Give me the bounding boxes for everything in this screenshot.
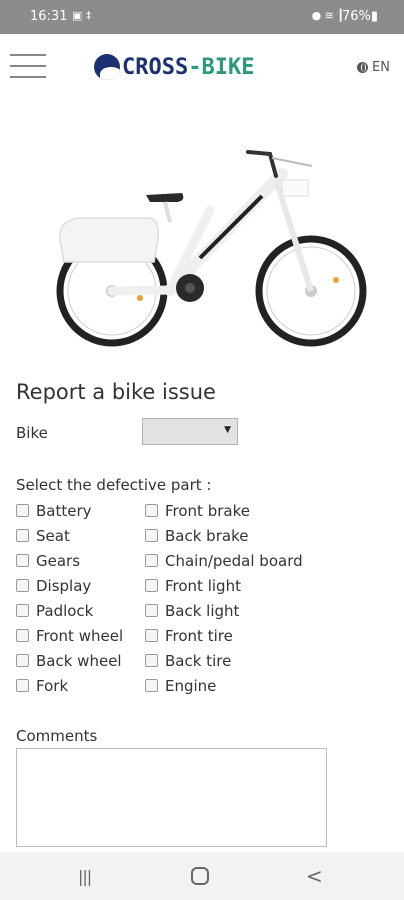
part-option[interactable]: Padlock <box>16 598 123 623</box>
part-option[interactable]: Gears <box>16 548 123 573</box>
checkbox[interactable] <box>16 504 29 517</box>
part-label: Back tire <box>165 651 232 670</box>
part-label: Seat <box>36 526 70 545</box>
parts-column-right: Front brake Back brake Chain/pedal board… <box>145 498 303 698</box>
checkbox[interactable] <box>16 554 29 567</box>
logo[interactable]: CROSS-BIKE <box>94 52 254 82</box>
part-option[interactable]: Front brake <box>145 498 303 523</box>
parts-label: Select the defective part : <box>16 476 212 494</box>
signal-icons: ● ≋ ┃ <box>311 9 344 22</box>
checkbox[interactable] <box>145 529 158 542</box>
part-option[interactable]: Back brake <box>145 523 303 548</box>
checkbox[interactable] <box>145 554 158 567</box>
page-title: Report a bike issue <box>16 380 216 404</box>
system-nav-bar: ||| < <box>0 852 404 900</box>
part-option[interactable]: Display <box>16 573 123 598</box>
comments-field[interactable] <box>16 748 327 847</box>
part-option[interactable]: Back tire <box>145 648 303 673</box>
checkbox[interactable] <box>16 679 29 692</box>
checkbox[interactable] <box>145 679 158 692</box>
part-option[interactable]: Back wheel <box>16 648 123 673</box>
language-code: EN <box>372 60 390 75</box>
checkbox[interactable] <box>145 604 158 617</box>
battery-indicator: 76%▮ <box>341 9 378 24</box>
part-label: Fork <box>36 676 69 695</box>
bike-select[interactable]: ▼ <box>142 418 238 445</box>
part-label: Back brake <box>165 526 249 545</box>
bike-image <box>56 150 367 347</box>
checkbox[interactable] <box>16 529 29 542</box>
checkbox[interactable] <box>145 504 158 517</box>
checkbox[interactable] <box>145 629 158 642</box>
checkbox[interactable] <box>16 629 29 642</box>
checkbox[interactable] <box>16 604 29 617</box>
part-option[interactable]: Battery <box>16 498 123 523</box>
recent-apps-icon[interactable]: ||| <box>78 867 92 886</box>
logo-mark-icon <box>94 54 120 80</box>
part-option[interactable]: Fork <box>16 673 123 698</box>
comments-label: Comments <box>16 727 98 745</box>
part-label: Back wheel <box>36 651 122 670</box>
status-time: 16:31 <box>30 9 68 24</box>
part-label: Front wheel <box>36 626 124 645</box>
part-label: Gears <box>36 551 81 570</box>
part-label: Padlock <box>36 601 94 620</box>
logo-text-cross: CROSS <box>122 54 189 80</box>
part-option[interactable]: Engine <box>145 673 303 698</box>
part-option[interactable]: Back light <box>145 598 303 623</box>
checkbox[interactable] <box>16 654 29 667</box>
bike-label: Bike <box>16 424 48 442</box>
checkbox[interactable] <box>145 654 158 667</box>
status-bar: 16:31 ▣ ‡ ● ≋ ┃ 76%▮ <box>0 0 404 34</box>
part-label: Engine <box>165 676 217 695</box>
part-label: Front tire <box>165 626 233 645</box>
part-label: Battery <box>36 501 92 520</box>
logo-text-bike: -BIKE <box>188 54 255 80</box>
checkbox[interactable] <box>16 579 29 592</box>
part-label: Front brake <box>165 501 250 520</box>
part-option[interactable]: Front wheel <box>16 623 123 648</box>
part-label: Chain/pedal board <box>165 551 303 570</box>
part-option[interactable]: Chain/pedal board <box>145 548 303 573</box>
logo-text: CROSS-BIKE <box>122 55 254 80</box>
dropdown-arrow-icon: ▼ <box>224 425 231 435</box>
back-icon[interactable]: < <box>306 864 323 888</box>
parts-column-left: Battery Seat Gears Display Padlock Front… <box>16 498 123 698</box>
language-selector[interactable]: EN <box>357 60 390 75</box>
part-option[interactable]: Front light <box>145 573 303 598</box>
home-icon[interactable] <box>191 867 209 885</box>
notification-icons: ▣ ‡ <box>72 9 92 22</box>
globe-icon <box>357 62 369 73</box>
part-option[interactable]: Front tire <box>145 623 303 648</box>
part-label: Back light <box>165 601 240 620</box>
part-label: Front light <box>165 576 241 595</box>
app-header: CROSS-BIKE EN <box>0 34 404 104</box>
part-label: Display <box>36 576 92 595</box>
menu-icon[interactable] <box>10 54 46 80</box>
part-option[interactable]: Seat <box>16 523 123 548</box>
checkbox[interactable] <box>145 579 158 592</box>
